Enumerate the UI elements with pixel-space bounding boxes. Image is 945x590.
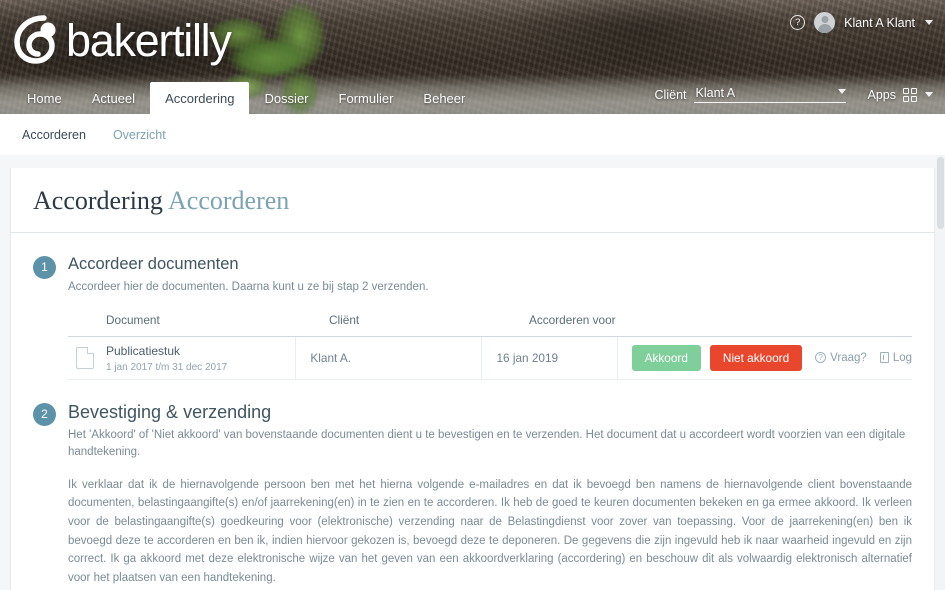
content-card: Accordering Accorderen 1 Accordeer docum… <box>10 168 935 590</box>
subnav-item-overzicht[interactable]: Overzicht <box>113 128 166 142</box>
column-header-due-date: Accorderen voor <box>529 312 616 327</box>
step-2-title: Bevestiging & verzending <box>68 401 272 422</box>
chevron-down-icon[interactable] <box>925 20 933 25</box>
client-selector[interactable]: Cliënt Klant A <box>655 86 846 103</box>
nav-item-home[interactable]: Home <box>12 82 77 114</box>
page-title-primary: Accordering <box>33 186 163 215</box>
site-header: bakertilly ? Klant A Klant Home Actueel … <box>0 0 945 155</box>
document-name: Publicatiestuk <box>106 344 181 359</box>
due-date: 16 jan 2019 <box>496 350 559 365</box>
cell-client: Klant A. <box>296 336 483 379</box>
approve-button[interactable]: Akkoord <box>631 344 701 371</box>
reject-button[interactable]: Niet akkoord <box>709 344 803 371</box>
page-title: Accordering Accorderen <box>11 168 934 233</box>
scrollbar-thumb[interactable] <box>937 157 944 229</box>
apps-label: Apps <box>867 87 897 102</box>
brand-name: bakertilly <box>66 14 232 66</box>
step-1-badge: 1 <box>33 256 56 279</box>
question-circle-icon: ? <box>815 352 827 364</box>
header-utilities: Cliënt Klant A Apps <box>655 86 933 103</box>
legal-declaration-text: Ik verklaar dat ik de hiernavolgende per… <box>68 478 912 584</box>
page-scrollbar[interactable] <box>936 155 945 590</box>
step-2-badge: 2 <box>33 402 56 426</box>
table-header-row: Document Cliënt Accorderen voor <box>68 313 912 337</box>
client-select-value: Klant A <box>695 86 736 100</box>
question-link[interactable]: ? Vraag? <box>815 352 867 364</box>
brand-logo[interactable]: bakertilly <box>14 4 232 76</box>
document-file-icon <box>76 346 94 369</box>
nav-item-beheer[interactable]: Beheer <box>408 82 480 114</box>
circle-swoosh-logo-icon <box>14 15 56 64</box>
sub-navigation: Accorderen Overzicht <box>0 114 945 155</box>
question-link-label: Vraag? <box>830 351 867 364</box>
step-1-subtitle: Accordeer hier de documenten. Daarna kun… <box>68 280 429 293</box>
grid-apps-icon <box>903 87 917 102</box>
table-row: Publicatiestuk 1 jan 2017 t/m 31 dec 201… <box>68 336 912 380</box>
step-2-section: 2 Bevestiging & verzending Het 'Akkoord'… <box>11 380 934 588</box>
chevron-down-icon <box>837 89 846 94</box>
client-name: Klant A. <box>310 350 352 365</box>
apps-menu[interactable]: Apps <box>867 87 933 102</box>
user-avatar-icon[interactable] <box>814 12 836 33</box>
client-label: Cliënt <box>654 87 687 102</box>
question-circle-icon[interactable]: ? <box>790 15 806 30</box>
cell-due-date: 16 jan 2019 <box>482 336 618 379</box>
page-container: Accordering Accorderen 1 Accordeer docum… <box>0 155 945 590</box>
log-link[interactable]: Log <box>879 351 912 364</box>
cell-document: Publicatiestuk 1 jan 2017 t/m 31 dec 201… <box>68 336 297 379</box>
nav-item-accordering[interactable]: Accordering <box>150 82 250 114</box>
nav-item-dossier[interactable]: Dossier <box>249 82 323 114</box>
log-link-label: Log <box>892 351 912 364</box>
main-navigation: Home Actueel Accordering Dossier Formuli… <box>0 82 480 114</box>
step-1-title: Accordeer documenten <box>68 255 239 273</box>
user-name: Klant A Klant <box>844 15 915 30</box>
documents-table: Document Cliënt Accorderen voor Publicat… <box>68 313 912 380</box>
nav-item-actueel[interactable]: Actueel <box>77 82 150 114</box>
step-1-section: 1 Accordeer documenten Accordeer hier de… <box>11 233 934 380</box>
client-select-field[interactable]: Klant A <box>693 86 846 103</box>
log-document-icon <box>879 352 889 364</box>
step-2-subtitle: Het 'Akkoord' of 'Niet akkoord' van bove… <box>68 429 906 458</box>
cell-actions: Akkoord Niet akkoord ? Vraag? Log <box>618 337 912 379</box>
chevron-down-icon <box>925 92 933 97</box>
user-menu[interactable]: ? Klant A Klant <box>790 12 933 33</box>
page-title-secondary: Accorderen <box>168 186 290 215</box>
nav-item-formulier[interactable]: Formulier <box>324 82 409 114</box>
column-header-client: Cliënt <box>329 312 360 327</box>
document-period: 1 jan 2017 t/m 31 dec 2017 <box>106 362 228 374</box>
column-header-document: Document <box>106 312 160 327</box>
subnav-item-accorderen[interactable]: Accorderen <box>22 128 86 142</box>
